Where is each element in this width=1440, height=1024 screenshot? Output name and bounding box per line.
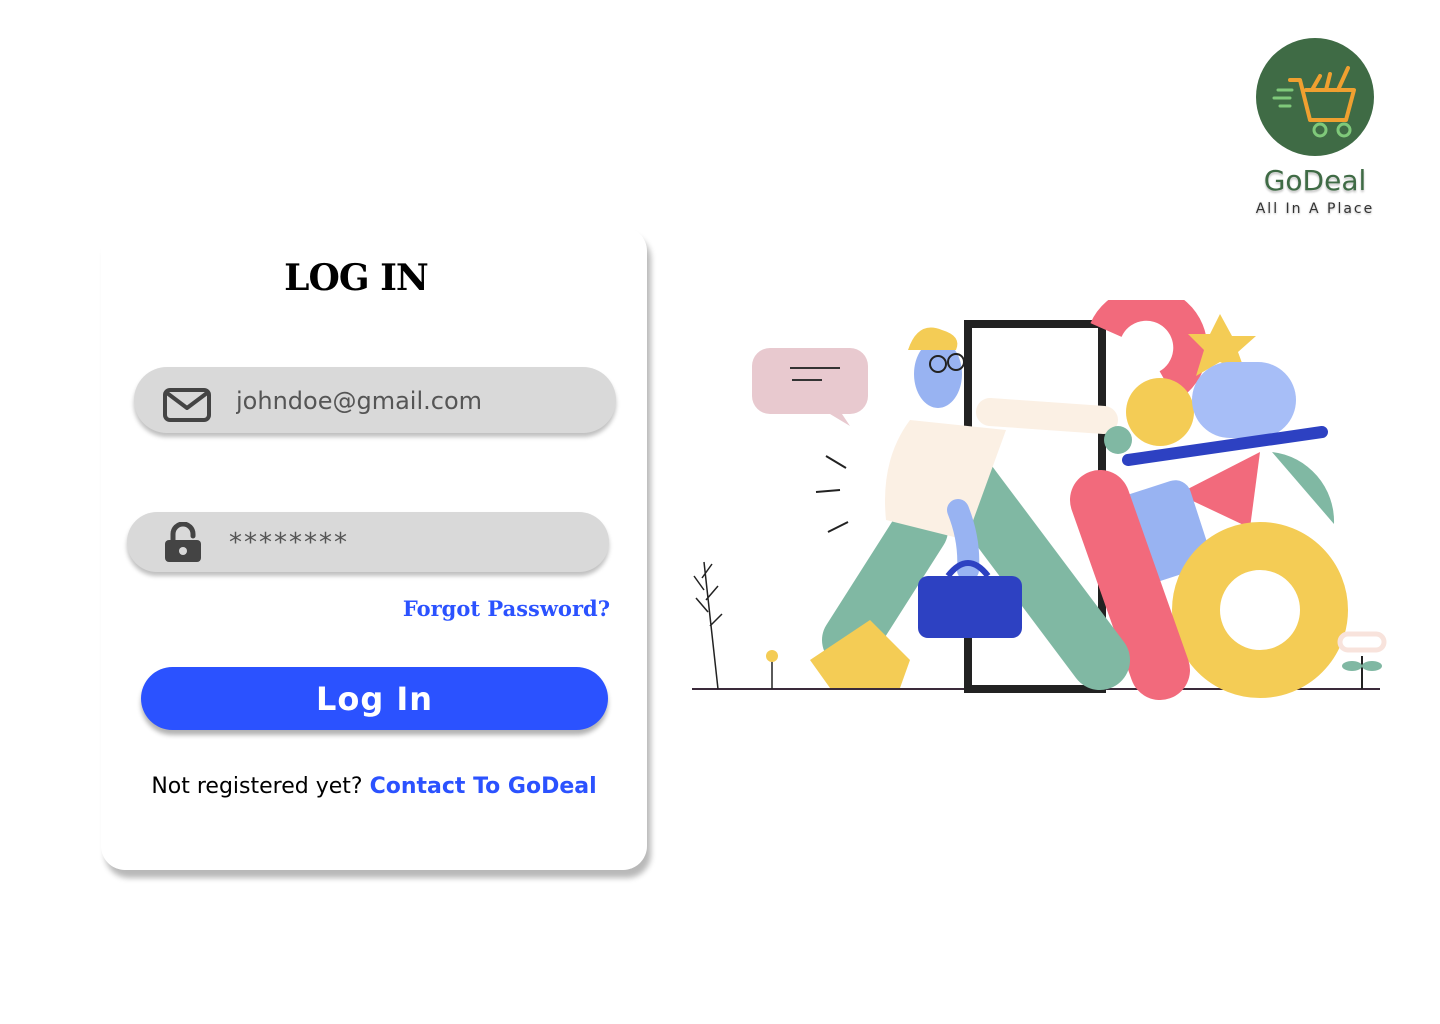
register-prompt: Not registered yet? Contact To GoDeal: [101, 774, 647, 799]
shopping-cart-icon: [1256, 38, 1374, 156]
login-button[interactable]: Log In: [141, 667, 608, 730]
unlock-icon: [163, 521, 203, 569]
mail-icon: [162, 387, 212, 428]
brand-name: GoDeal: [1263, 164, 1367, 197]
password-field-container: [127, 512, 609, 572]
brand-tagline: All In A Place: [1255, 201, 1375, 217]
brand-logo: GoDeal All In A Place: [1240, 38, 1390, 217]
password-input[interactable]: [227, 526, 591, 560]
page-title: LOG IN: [284, 257, 429, 299]
email-field-container: [134, 367, 616, 433]
contact-godeal-link[interactable]: Contact To GoDeal: [370, 774, 597, 799]
login-card: LOG IN Forgot Password? Log In Not regis…: [101, 227, 647, 870]
forgot-password-link[interactable]: Forgot Password?: [403, 596, 610, 621]
register-prompt-text: Not registered yet?: [151, 774, 363, 799]
person-entering-door-illustration: [690, 286, 1390, 705]
email-input[interactable]: [234, 385, 598, 417]
